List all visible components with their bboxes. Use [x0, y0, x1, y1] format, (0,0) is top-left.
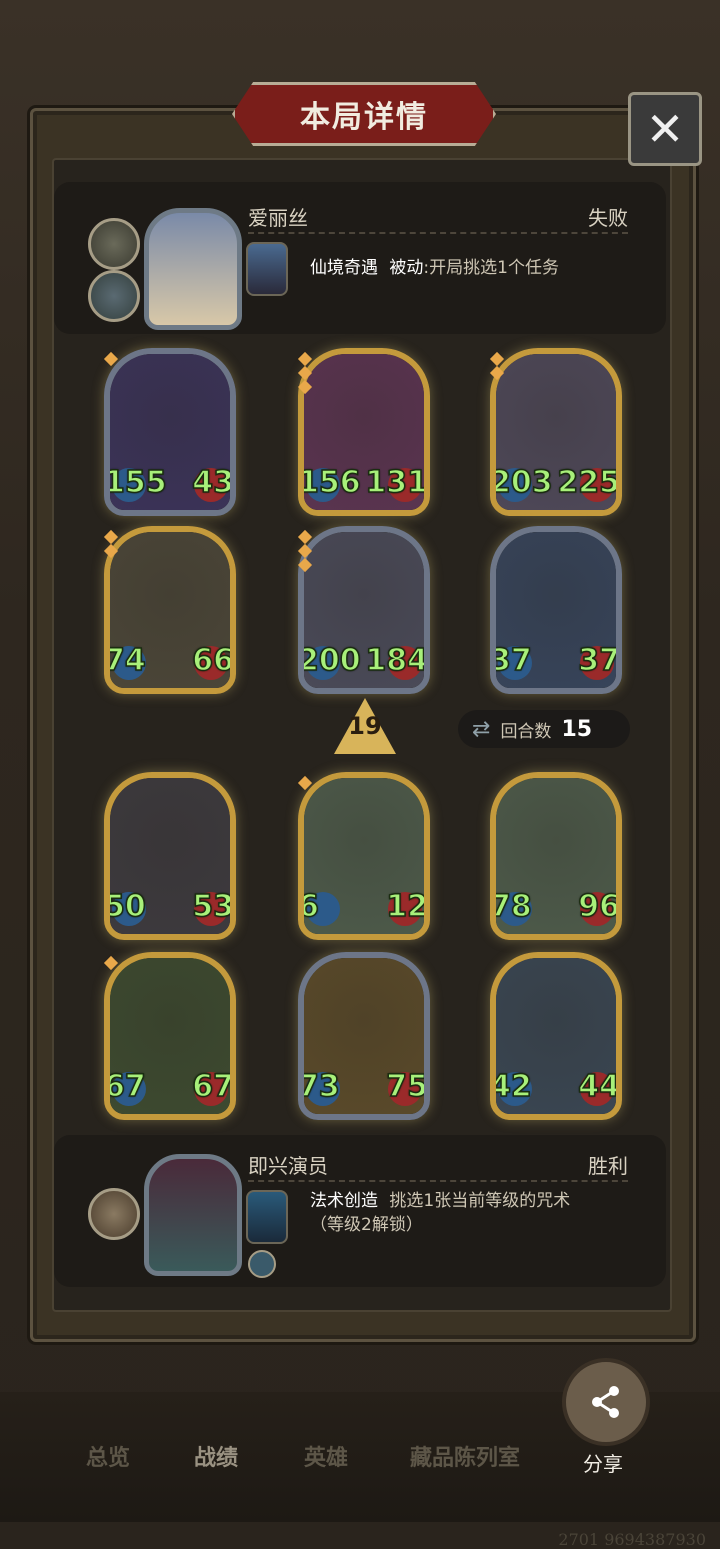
tavern-level: 19 [348, 712, 382, 740]
opponent-result: 失败 [588, 206, 628, 230]
player-result: 胜利 [588, 1154, 628, 1178]
minion-attack: 73 [298, 1068, 340, 1105]
minion-attack: 155 [104, 464, 167, 501]
tab-overview[interactable]: 总览 [86, 1440, 130, 1472]
divider [248, 1180, 628, 1182]
minion-health: 37 [578, 642, 620, 679]
minion-card[interactable]: 78 96 [490, 772, 622, 940]
minion-card[interactable]: 50 53 [104, 772, 236, 940]
item-icon [88, 1188, 140, 1240]
minion-card[interactable]: 42 44 [490, 952, 622, 1120]
turns-value: 15 [561, 716, 593, 742]
close-button[interactable]: ✕ [628, 92, 702, 166]
minion-attack: 6 [298, 888, 320, 925]
minion-health: 66 [192, 642, 234, 679]
minion-attack: 78 [490, 888, 532, 925]
minion-card[interactable]: 73 75 [298, 952, 430, 1120]
minion-health: 43 [192, 464, 234, 501]
minion-card[interactable]: 200 184 [298, 526, 430, 694]
minion-attack: 74 [104, 642, 146, 679]
divider [248, 232, 628, 234]
player-name: 即兴演员 [248, 1154, 328, 1178]
skill-desc: 挑选1张当前等级的咒术 [389, 1191, 571, 1211]
pocket-watch-icon [88, 218, 140, 270]
turns-label: 回合数 [500, 721, 552, 742]
skill-icon[interactable] [246, 1190, 288, 1244]
minion-health: 75 [386, 1068, 428, 1105]
skill-icon[interactable] [246, 242, 288, 296]
skill-name: 仙境奇遇 [310, 258, 378, 278]
minion-attack: 67 [104, 1068, 146, 1105]
close-icon: ✕ [645, 102, 685, 156]
minion-attack: 203 [490, 464, 553, 501]
share-label: 分享 [583, 1452, 623, 1476]
opponent-skill: 仙境奇遇 被动:开局挑选1个任务 [310, 257, 559, 279]
minion-health: 225 [557, 464, 620, 501]
minion-health: 12 [386, 888, 428, 925]
minion-attack: 42 [490, 1068, 532, 1105]
share-button[interactable] [562, 1358, 650, 1446]
minion-card[interactable]: 37 37 [490, 526, 622, 694]
minion-card[interactable]: 67 67 [104, 952, 236, 1120]
cycle-icon: ⇄ [472, 716, 491, 742]
skill-name: 法术创造 [310, 1191, 378, 1211]
page-title: 本局详情 [300, 100, 428, 135]
minion-card[interactable]: 203 225 [490, 348, 622, 516]
tab-collection[interactable]: 藏品陈列室 [410, 1440, 520, 1472]
minion-health: 67 [192, 1068, 234, 1105]
minion-attack: 37 [490, 642, 532, 679]
player-hero-portrait[interactable] [144, 1154, 242, 1276]
tab-record[interactable]: 战绩 [194, 1440, 238, 1472]
minion-health: 131 [365, 464, 428, 501]
opponent-hero-portrait[interactable] [144, 208, 242, 330]
user-id: 2701 9694387930 [558, 1530, 706, 1549]
minion-attack: 156 [298, 464, 361, 501]
skill-type: 被动 [389, 258, 424, 278]
minion-card[interactable]: 155 43 [104, 348, 236, 516]
skill-desc: :开局挑选1个任务 [423, 258, 559, 278]
title-plate: 本局详情 [232, 82, 496, 146]
minion-health: 96 [578, 888, 620, 925]
minion-card[interactable]: 6 12 [298, 772, 430, 940]
tab-heroes[interactable]: 英雄 [304, 1440, 348, 1472]
share-icon [592, 1386, 619, 1418]
tavern-level-badge: 19 [334, 698, 396, 754]
minion-card[interactable]: 156 131 [298, 348, 430, 516]
minion-health: 53 [192, 888, 234, 925]
minion-health: 44 [578, 1068, 620, 1105]
sword-icon [248, 1250, 276, 1278]
skill-note: （等级2解锁） [310, 1215, 423, 1235]
minion-card[interactable]: 74 66 [104, 526, 236, 694]
turns-counter: ⇄ 回合数 15 [458, 710, 630, 748]
minion-health: 184 [365, 642, 428, 679]
opponent-name: 爱丽丝 [248, 206, 308, 230]
player-skill: 法术创造 挑选1张当前等级的咒术 [310, 1190, 570, 1212]
item-icon [88, 270, 140, 322]
minion-attack: 50 [104, 888, 146, 925]
minion-attack: 200 [298, 642, 361, 679]
